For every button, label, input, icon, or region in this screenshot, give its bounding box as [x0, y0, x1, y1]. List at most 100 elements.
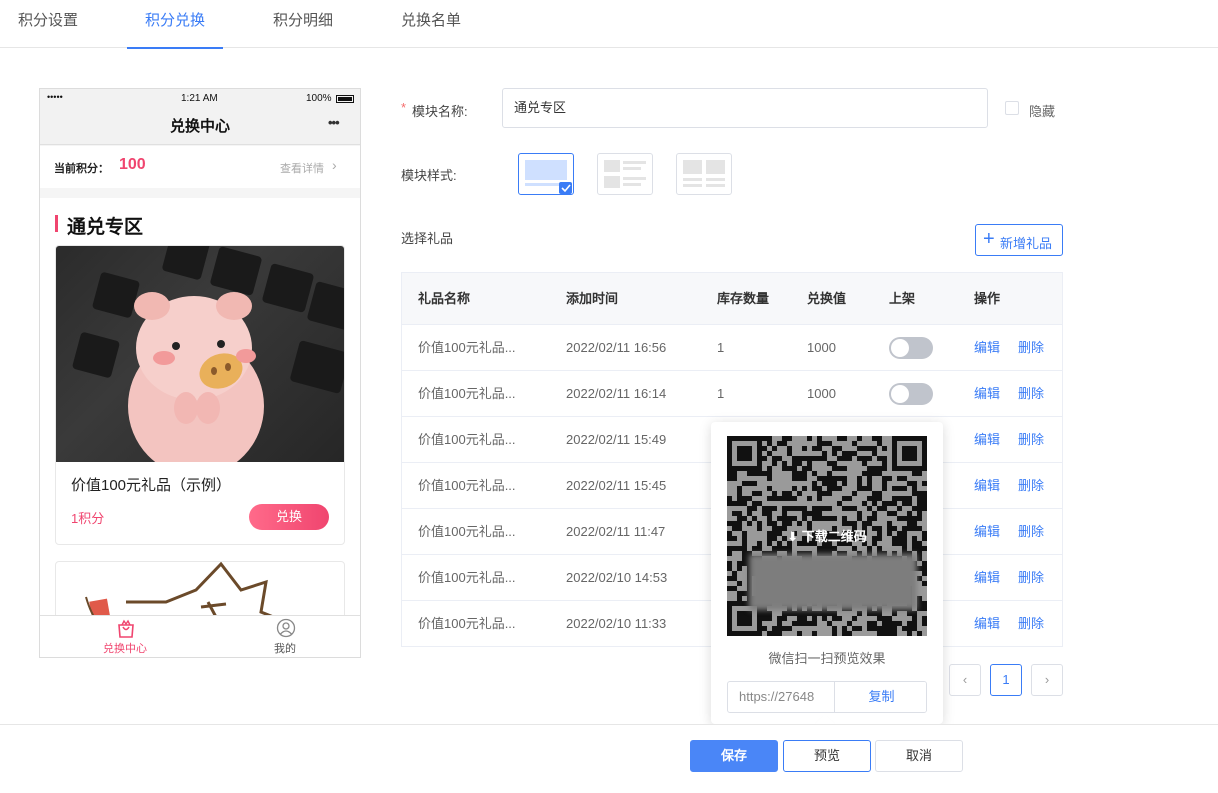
- download-qr-label: 下载二维码: [801, 529, 867, 544]
- gift-image: [56, 246, 344, 462]
- nav-mine[interactable]: 我的: [240, 616, 330, 657]
- details-link[interactable]: 查看详情: [280, 160, 324, 176]
- grid-layout-icon: [683, 160, 725, 187]
- cell-add-time: 2022/02/11 16:14: [566, 386, 667, 401]
- cell-gift-name: 价值100元礼品...: [418, 524, 516, 539]
- single-layout-icon: [525, 160, 572, 194]
- pig-illustration: [72, 246, 344, 462]
- add-gift-button[interactable]: + 新增礼品: [975, 224, 1063, 256]
- download-icon: ⬇: [787, 529, 799, 544]
- pagination-next[interactable]: ›: [1031, 664, 1063, 696]
- cell-gift-name: 价值100元礼品...: [418, 432, 516, 447]
- tab-bar: 积分设置 积分兑换 积分明细 兑换名单: [0, 0, 1218, 49]
- qr-code: ⬇ 下载二维码: [727, 436, 927, 636]
- hide-checkbox[interactable]: [1005, 101, 1019, 115]
- chevron-right-icon: ›: [332, 157, 337, 173]
- shelf-toggle[interactable]: [889, 337, 933, 359]
- delete-link[interactable]: 删除: [1018, 463, 1044, 509]
- cell-gift-name: 价值100元礼品...: [418, 616, 516, 631]
- delete-link[interactable]: 删除: [1018, 555, 1044, 601]
- style-option-list[interactable]: [597, 153, 653, 195]
- exchange-button[interactable]: 兑换: [249, 504, 329, 530]
- points-value: 100: [119, 156, 146, 173]
- edit-link[interactable]: 编辑: [974, 417, 1000, 463]
- module-style-label: 模块样式:: [401, 168, 457, 183]
- pagination-page-1[interactable]: 1: [990, 664, 1022, 696]
- nav-mine-label: 我的: [274, 643, 296, 655]
- battery-text: 100%: [306, 93, 332, 104]
- more-icon[interactable]: •••: [328, 115, 340, 130]
- module-name-input[interactable]: 通兑专区: [502, 88, 988, 128]
- select-gifts-label: 选择礼品: [401, 231, 454, 246]
- header-gift-name: 礼品名称: [418, 291, 471, 306]
- signal-indicator: •••••: [47, 92, 63, 102]
- add-gift-label: 新增礼品: [1000, 236, 1053, 251]
- cell-add-time: 2022/02/10 11:33: [566, 616, 667, 631]
- style-option-single[interactable]: [518, 153, 574, 195]
- cancel-button[interactable]: 取消: [875, 740, 963, 772]
- shelf-toggle[interactable]: [889, 383, 933, 405]
- phone-navbar: 兑换中心 •••: [40, 109, 360, 145]
- gift-bag-icon: [118, 619, 134, 638]
- tab-points-settings[interactable]: 积分设置: [0, 0, 96, 48]
- cell-stock: 1: [717, 386, 725, 401]
- header-add-time: 添加时间: [566, 291, 619, 306]
- cell-gift-name: 价值100元礼品...: [418, 478, 516, 493]
- gift-name: 价值100元礼品（示例）: [71, 477, 232, 494]
- required-mark: *: [401, 100, 407, 115]
- user-icon: [276, 618, 296, 638]
- nav-exchange-center-label: 兑换中心: [103, 643, 147, 655]
- phone-bottom-nav: 兑换中心 我的: [40, 615, 360, 657]
- pagination-prev[interactable]: ‹: [949, 664, 981, 696]
- edit-link[interactable]: 编辑: [974, 601, 1000, 647]
- cell-gift-name: 价值100元礼品...: [418, 570, 516, 585]
- phone-preview: ••••• 1:21 AM 100% 兑换中心 ••• 当前积分： 100 查看…: [39, 88, 361, 658]
- style-option-grid[interactable]: [676, 153, 732, 195]
- section-title: 通兑专区: [67, 217, 144, 238]
- header-actions: 操作: [974, 291, 1001, 306]
- plus-icon: +: [983, 228, 995, 250]
- phone-title: 兑换中心: [169, 118, 230, 135]
- preview-popover: ⬇ 下载二维码 微信扫一扫预览效果 https://27648 复制: [711, 422, 943, 724]
- gift-card[interactable]: 价值100元礼品（示例） 1积分 兑换: [55, 245, 345, 545]
- header-on-shelf: 上架: [889, 291, 916, 306]
- download-qr-button[interactable]: ⬇ 下载二维码: [727, 526, 927, 546]
- cell-exchange-value: 1000: [807, 386, 836, 401]
- delete-link[interactable]: 删除: [1018, 509, 1044, 555]
- delete-link[interactable]: 删除: [1018, 325, 1044, 371]
- points-label: 当前积分：: [54, 163, 109, 175]
- cell-add-time: 2022/02/11 16:56: [566, 340, 667, 355]
- delete-link[interactable]: 删除: [1018, 601, 1044, 647]
- points-bar: 当前积分： 100 查看详情 ›: [40, 146, 360, 188]
- module-name-label: 模块名称:: [412, 104, 468, 119]
- hide-label: 隐藏: [1029, 104, 1056, 119]
- edit-link[interactable]: 编辑: [974, 325, 1000, 371]
- copy-button[interactable]: 复制: [834, 682, 926, 712]
- edit-link[interactable]: 编辑: [974, 509, 1000, 555]
- edit-link[interactable]: 编辑: [974, 463, 1000, 509]
- section-marker: [55, 215, 58, 232]
- save-button[interactable]: 保存: [690, 740, 778, 772]
- qr-blurred-area: [749, 554, 917, 610]
- edit-link[interactable]: 编辑: [974, 371, 1000, 417]
- cell-add-time: 2022/02/11 15:45: [566, 478, 667, 493]
- cell-add-time: 2022/02/11 15:49: [566, 432, 667, 447]
- header-exchange-value: 兑换值: [807, 291, 847, 306]
- table-row: 价值100元礼品... 2022/02/11 16:56 1 1000 编辑 删…: [402, 325, 1062, 371]
- tab-points-details[interactable]: 积分明细: [255, 0, 351, 48]
- preview-button[interactable]: 预览: [783, 740, 871, 772]
- battery-icon: [336, 95, 354, 103]
- qr-hint: 微信扫一扫预览效果: [768, 651, 886, 666]
- edit-link[interactable]: 编辑: [974, 555, 1000, 601]
- gift-points: 1积分: [71, 511, 105, 526]
- delete-link[interactable]: 删除: [1018, 417, 1044, 463]
- cell-gift-name: 价值100元礼品...: [418, 386, 516, 401]
- footer-bar: 保存 预览 取消: [0, 724, 1218, 793]
- delete-link[interactable]: 删除: [1018, 371, 1044, 417]
- tab-points-exchange[interactable]: 积分兑换: [127, 0, 223, 49]
- cell-add-time: 2022/02/11 11:47: [566, 524, 666, 539]
- tab-exchange-list[interactable]: 兑换名单: [383, 0, 479, 48]
- cell-add-time: 2022/02/10 14:53: [566, 570, 668, 585]
- nav-exchange-center[interactable]: 兑换中心: [80, 616, 170, 657]
- preview-url-input[interactable]: https://27648: [739, 689, 814, 704]
